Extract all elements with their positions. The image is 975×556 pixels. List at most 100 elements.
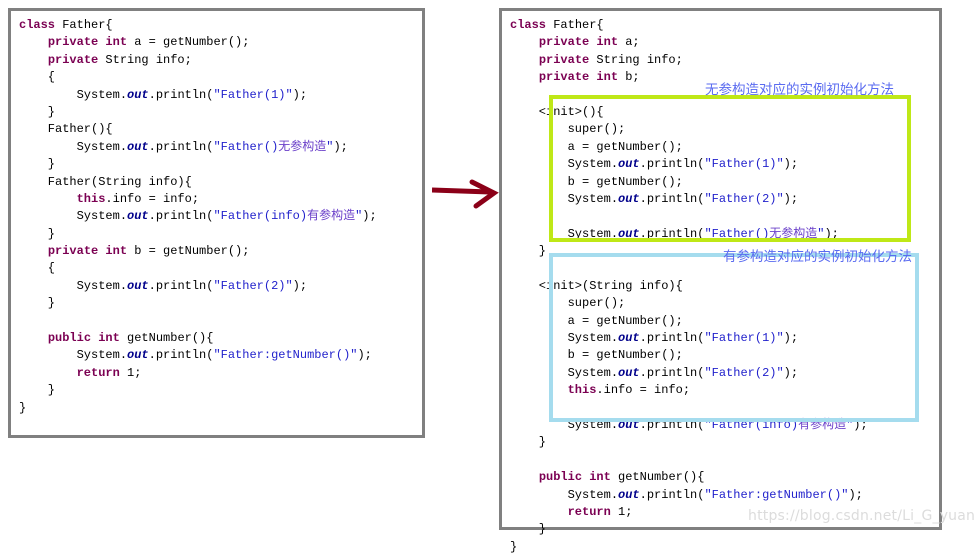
code-token: System. bbox=[510, 487, 619, 502]
code-token: } bbox=[19, 383, 56, 398]
code-token: System. bbox=[19, 87, 128, 102]
code-token: .println( bbox=[148, 139, 214, 154]
transformation-arrow bbox=[431, 176, 504, 216]
code-line: } bbox=[510, 539, 868, 556]
code-token: b = getNumber(); bbox=[134, 244, 250, 259]
code-token: ); bbox=[362, 209, 377, 224]
code-token: ); bbox=[357, 348, 372, 363]
code-line: System.out.println("Father(2)"); bbox=[19, 278, 377, 295]
code-token: } bbox=[19, 104, 56, 119]
code-token-kw: return bbox=[76, 365, 128, 380]
code-token: String info; bbox=[596, 52, 683, 67]
code-token-kw: private int bbox=[47, 244, 135, 259]
code-token: .println( bbox=[639, 487, 705, 502]
code-token: Father{ bbox=[62, 18, 113, 32]
code-token: 1; bbox=[618, 504, 633, 519]
code-token: .println( bbox=[148, 209, 214, 224]
code-line: Father(String info){ bbox=[19, 174, 377, 191]
code-token: System. bbox=[19, 139, 128, 154]
code-line: class Father{ bbox=[510, 17, 868, 34]
code-token-kw: public int bbox=[47, 331, 128, 346]
code-line: } bbox=[19, 295, 377, 312]
code-token: String info; bbox=[105, 52, 192, 67]
code-token: } bbox=[19, 296, 56, 311]
code-token-out: out bbox=[127, 139, 149, 154]
watermark-text: https://blog.csdn.net/Li_G_yuan bbox=[748, 508, 975, 524]
code-token: Father{ bbox=[553, 18, 604, 32]
code-token: } bbox=[19, 157, 56, 172]
code-line: { bbox=[19, 69, 377, 86]
code-token-out: out bbox=[618, 487, 640, 502]
code-token: getNumber(){ bbox=[618, 470, 705, 485]
code-token: } bbox=[510, 539, 518, 554]
code-token-str: "Father(2)" bbox=[213, 278, 293, 293]
code-token-kw: class bbox=[19, 18, 63, 32]
code-token: .println( bbox=[148, 348, 214, 363]
code-line: System.out.println("Father()无参构造"); bbox=[19, 139, 377, 156]
with-arg-init-annotation-label: 有参构造对应的实例初始化方法 bbox=[723, 249, 912, 265]
code-token: .info = info; bbox=[105, 191, 200, 206]
with-arg-init-highlight-box bbox=[549, 253, 919, 422]
code-token-str: "Father() bbox=[213, 139, 279, 154]
code-token: Father(){ bbox=[19, 122, 113, 137]
code-token-kw: private bbox=[538, 52, 597, 67]
code-line: class Father{ bbox=[19, 17, 377, 34]
code-token-out: out bbox=[127, 87, 149, 102]
code-token-cn: 有参构造 bbox=[307, 209, 356, 224]
code-token: ); bbox=[292, 278, 308, 293]
code-token-cn: 无参构造 bbox=[278, 139, 327, 154]
code-token-str: "Father(info) bbox=[213, 209, 308, 224]
code-token: getNumber(){ bbox=[127, 331, 214, 346]
source-code-panel: class Father{ private int a = getNumber(… bbox=[8, 8, 425, 438]
code-line: System.out.println("Father:getNumber()")… bbox=[510, 487, 868, 504]
code-line: private int a; bbox=[510, 34, 868, 51]
code-line: Father(){ bbox=[19, 121, 377, 138]
code-token-kw: public int bbox=[538, 470, 619, 485]
code-line: private int b = getNumber(); bbox=[19, 243, 377, 260]
code-token: System. bbox=[19, 209, 128, 224]
code-token: } bbox=[510, 522, 547, 537]
code-token: { bbox=[19, 261, 56, 276]
code-token: ); bbox=[848, 487, 863, 502]
code-line: private int a = getNumber(); bbox=[19, 34, 377, 51]
code-line: private String info; bbox=[510, 52, 868, 69]
code-token-kw: return bbox=[567, 504, 619, 519]
code-line: } bbox=[19, 400, 377, 417]
code-token: { bbox=[19, 70, 56, 85]
code-token: a = getNumber(); bbox=[134, 35, 250, 50]
code-token-kw: private int bbox=[47, 35, 135, 50]
code-token: 1; bbox=[127, 365, 142, 380]
code-token: b; bbox=[625, 70, 640, 85]
code-token: a; bbox=[625, 35, 640, 50]
code-line: System.out.println("Father:getNumber()")… bbox=[19, 347, 377, 364]
code-token-kw: private int bbox=[538, 70, 626, 85]
code-token-str: "Father(1)" bbox=[213, 87, 293, 102]
code-line: this.info = info; bbox=[19, 191, 377, 208]
code-token-kw: private bbox=[47, 52, 106, 67]
code-token: .println( bbox=[148, 87, 214, 102]
code-token: System. bbox=[19, 348, 128, 363]
code-token-out: out bbox=[127, 278, 149, 293]
source-code-text: class Father{ private int a = getNumber(… bbox=[11, 11, 377, 417]
code-line: } bbox=[510, 434, 868, 451]
no-arg-init-highlight-box bbox=[549, 95, 911, 242]
code-token-kw: private int bbox=[538, 35, 626, 50]
code-token-str: "Father:getNumber()" bbox=[704, 487, 849, 502]
code-line: } bbox=[19, 104, 377, 121]
code-line: } bbox=[19, 382, 377, 399]
code-line: { bbox=[19, 260, 377, 277]
code-line: System.out.println("Father(1)"); bbox=[19, 87, 377, 104]
code-token: } bbox=[510, 244, 547, 259]
no-arg-init-annotation-label: 无参构造对应的实例初始化方法 bbox=[705, 82, 894, 98]
